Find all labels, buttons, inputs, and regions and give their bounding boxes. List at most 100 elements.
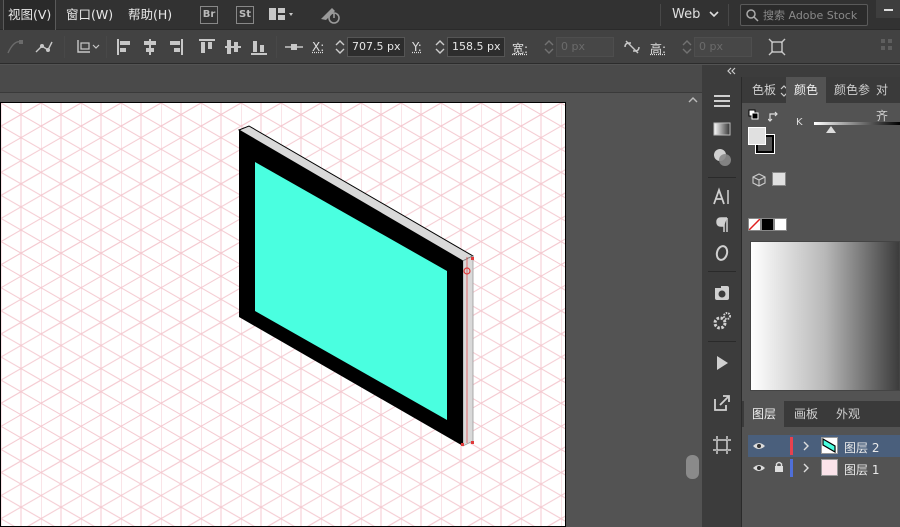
layers-panel-tabs: 图层 画板 外观 [742, 401, 900, 427]
path-edit-icon[interactable] [34, 38, 54, 59]
menu-bar: 视图(V) 窗口(W) 帮助(H) Br St Web [0, 0, 900, 31]
x-label: X: [312, 40, 325, 54]
menu-view[interactable]: 视图(V) [2, 0, 57, 31]
tab-swatches[interactable]: 色板 [744, 77, 784, 103]
export-icon[interactable] [712, 393, 732, 413]
scrollbar-thumb[interactable] [686, 455, 699, 479]
anchor-convert-icon[interactable] [6, 38, 24, 59]
align-right-icon[interactable] [168, 38, 184, 59]
layer-name[interactable]: 图层 1 [844, 461, 879, 478]
actions-play-icon[interactable] [712, 353, 732, 373]
visibility-eye-icon[interactable] [752, 440, 766, 454]
gpu-performance-icon[interactable] [318, 5, 342, 28]
transform-icon[interactable] [74, 38, 102, 59]
opentype-icon[interactable] [712, 243, 732, 263]
bridge-button[interactable]: Br [200, 6, 218, 24]
anchor-point[interactable] [471, 257, 474, 260]
separator [708, 341, 736, 342]
layer-row[interactable]: 图层 2 [748, 435, 900, 457]
control-bar: X: 707.5 px Y: 158.5 px 宽: 0 px 高: 0 px [0, 30, 900, 64]
expand-arrow-icon[interactable] [802, 440, 810, 455]
align-bottom-icon[interactable] [250, 38, 268, 59]
illustrator-window: 视图(V) 窗口(W) 帮助(H) Br St Web 搜索 Adobe Sto… [0, 0, 900, 527]
out-of-gamut-cube-icon[interactable] [752, 173, 766, 190]
artboards-icon[interactable] [712, 435, 732, 455]
tab-color[interactable]: 颜色 [786, 77, 827, 103]
default-colors-icon[interactable] [748, 109, 760, 124]
settings-gear-icon[interactable] [712, 311, 732, 331]
anchor-point[interactable] [471, 441, 474, 444]
height-stepper-icon [681, 38, 693, 56]
menu-lines-icon[interactable] [712, 91, 732, 111]
scroll-up-icon[interactable] [688, 95, 698, 105]
align-center-h-icon[interactable] [142, 38, 158, 59]
swap-colors-icon[interactable] [767, 111, 780, 126]
separator [276, 36, 277, 58]
panel-collapse-bar[interactable] [702, 65, 900, 77]
layer-thumbnail [821, 437, 838, 454]
k-slider-track[interactable] [814, 122, 900, 125]
y-label: Y: [412, 40, 422, 54]
width-stepper-icon [543, 38, 555, 56]
anchor-point[interactable] [461, 443, 464, 446]
fill-swatch[interactable] [748, 127, 766, 145]
layer-row[interactable]: 图层 1 [748, 457, 900, 479]
transparency-icon[interactable] [712, 147, 732, 167]
workspace-switcher[interactable]: Web [672, 0, 700, 30]
color-panel-tabs: 色板 颜色 颜色参 对齐 [742, 77, 900, 123]
color-spectrum[interactable] [750, 241, 900, 391]
panel-grip-icon[interactable] [880, 38, 894, 55]
arrange-documents-icon[interactable] [268, 5, 296, 26]
align-top-icon[interactable] [198, 38, 216, 59]
height-field: 0 px [694, 37, 752, 57]
separator [728, 4, 729, 26]
tab-appearance[interactable]: 外观 [828, 401, 868, 427]
search-icon [745, 8, 759, 25]
separator [708, 271, 736, 272]
tab-align[interactable]: 对齐 [868, 77, 900, 123]
artboard[interactable] [0, 102, 566, 527]
stock-button[interactable]: St [236, 6, 254, 24]
expand-arrow-icon[interactable] [802, 462, 810, 477]
white-swatch[interactable] [774, 218, 787, 231]
frame-side-face[interactable] [462, 255, 474, 447]
tab-artboards[interactable]: 画板 [786, 401, 826, 427]
character-icon[interactable] [712, 187, 732, 207]
width-label: 宽: [512, 42, 529, 56]
black-swatch[interactable] [761, 218, 774, 231]
search-input[interactable] [763, 7, 867, 23]
gradient-icon[interactable] [712, 119, 732, 139]
x-stepper-icon[interactable] [334, 38, 346, 56]
transform-each-icon[interactable] [768, 38, 786, 59]
color-panel: 色板 颜色 颜色参 对齐 K [742, 77, 900, 399]
collapse-arrows-icon[interactable] [726, 67, 738, 75]
menu-help[interactable]: 帮助(H) [124, 0, 176, 30]
align-left-icon[interactable] [116, 38, 132, 59]
chevron-down-icon[interactable] [708, 8, 720, 23]
x-position-field[interactable]: 707.5 px [347, 37, 405, 57]
stock-search-box[interactable] [740, 4, 868, 26]
link-proportions-icon[interactable] [622, 38, 642, 59]
tab-layers[interactable]: 图层 [744, 401, 785, 427]
reference-point-icon[interactable] [284, 38, 304, 59]
width-field: 0 px [556, 37, 614, 57]
align-middle-v-icon[interactable] [224, 38, 242, 59]
canvas-drawing [1, 103, 565, 526]
image-trace-icon[interactable] [712, 283, 732, 303]
menu-window[interactable]: 窗口(W) [62, 0, 117, 30]
k-slider-thumb[interactable] [826, 126, 836, 133]
y-stepper-icon[interactable] [434, 38, 446, 56]
none-swatch[interactable] [748, 218, 761, 231]
minimize-button[interactable] [876, 0, 900, 18]
web-safe-swatch[interactable] [772, 172, 786, 186]
separator [660, 4, 661, 26]
lock-icon[interactable] [774, 461, 784, 476]
layers-panel: 图层 画板 外观 图层 2 图层 1 [742, 401, 900, 527]
document-area [0, 65, 702, 527]
layer-name[interactable]: 图层 2 [844, 439, 879, 456]
height-label: 高: [650, 42, 667, 56]
document-tab-strip [0, 65, 702, 93]
paragraph-icon[interactable] [712, 215, 732, 235]
visibility-eye-icon[interactable] [752, 462, 766, 476]
y-position-field[interactable]: 158.5 px [447, 37, 505, 57]
